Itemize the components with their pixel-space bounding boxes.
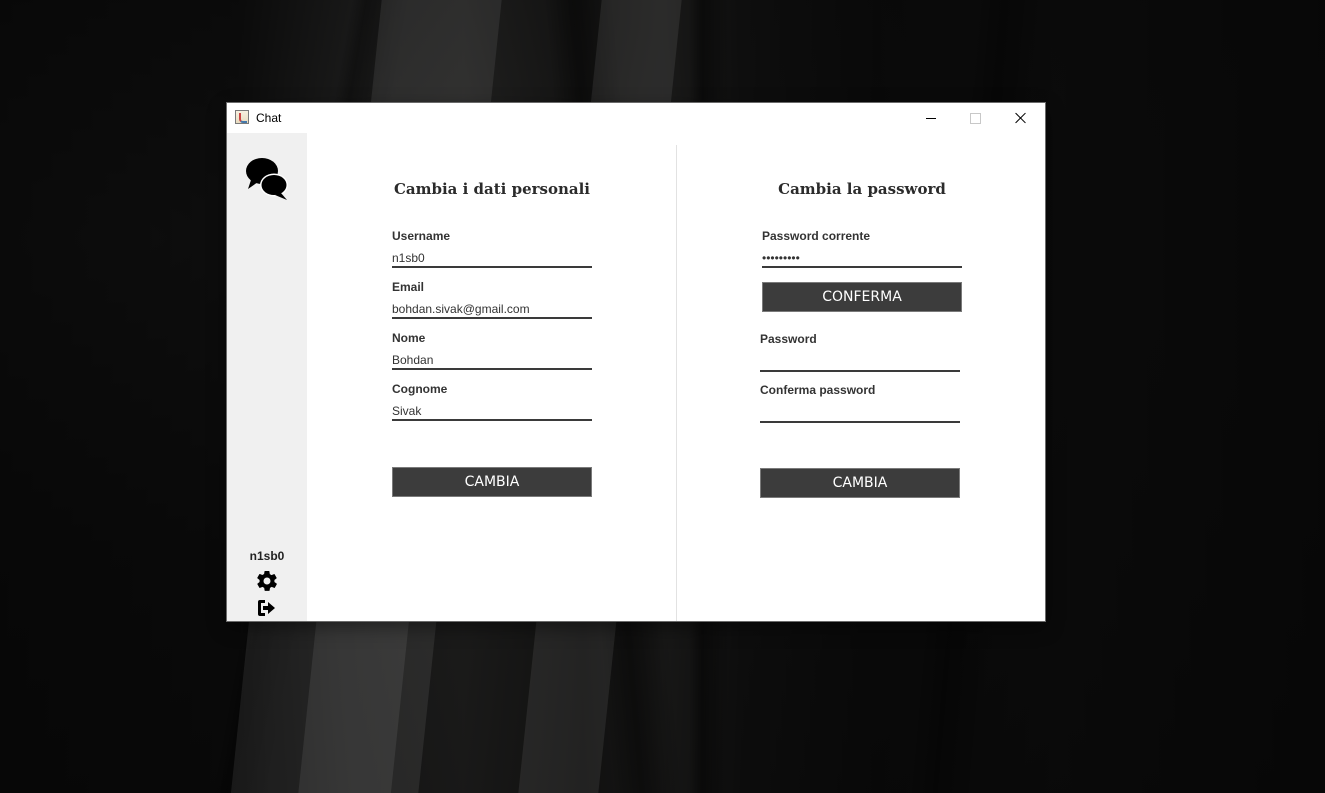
current-password-field[interactable] [762,250,962,268]
cognome-label: Cognome [392,382,448,396]
rock-texture [230,620,410,793]
sidebar: n1sb0 [227,133,307,621]
personal-data-title: Cambia i dati personali [393,180,591,198]
settings-content: Cambia i dati personali Username Email N… [307,133,1045,621]
chat-bubbles-icon [246,158,288,200]
minimize-button[interactable] [908,103,953,133]
username-field[interactable] [392,250,592,268]
title-bar: Chat [227,103,1045,133]
nome-field[interactable] [392,352,592,370]
panel-divider [676,145,677,621]
window-title: Chat [256,111,282,125]
maximize-icon [970,112,981,124]
confirm-new-password-label: Conferma password [760,383,876,397]
personal-data-submit-button[interactable]: CAMBIA [392,467,592,497]
password-submit-button[interactable]: CAMBIA [760,468,960,498]
nome-label: Nome [392,331,426,345]
close-icon [1015,112,1027,124]
maximize-button[interactable] [953,103,998,133]
java-icon [235,110,249,124]
new-password-label: Password [760,332,817,346]
cognome-field[interactable] [392,403,592,421]
email-label: Email [392,280,425,294]
logout-icon[interactable] [258,600,276,616]
close-button[interactable] [998,103,1043,133]
gear-icon[interactable] [255,569,279,593]
password-title: Cambia la password [778,180,946,198]
email-field[interactable] [392,301,592,319]
chat-window: Chat n1sb0 Cambia i dati personali Usern… [227,103,1045,621]
confirm-new-password-field[interactable] [760,405,960,423]
current-password-label: Password corrente [762,229,871,243]
minimize-icon [925,117,936,119]
username-label: Username [392,229,451,243]
sidebar-username: n1sb0 [249,549,285,563]
confirm-current-password-button[interactable]: CONFERMA [762,282,962,312]
new-password-field[interactable] [760,354,960,372]
